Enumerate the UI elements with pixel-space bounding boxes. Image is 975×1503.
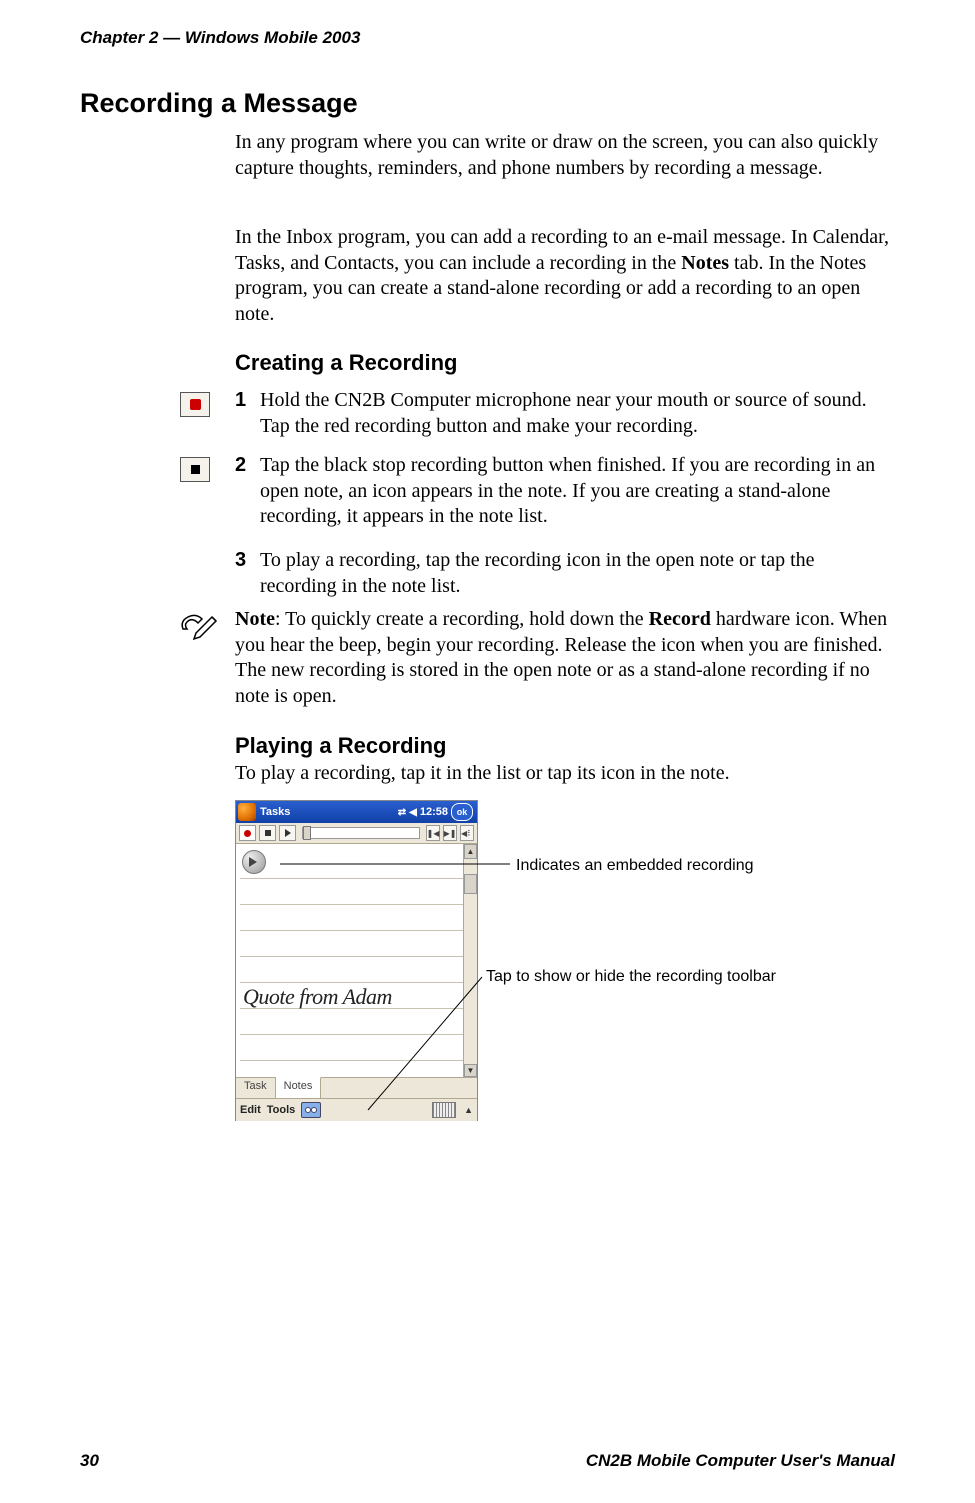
step-2-text: Tap the black stop recording button when… [260,453,885,530]
toolbar-forward-button[interactable]: ▶❚ [443,825,457,841]
running-head: Chapter 2 — Windows Mobile 2003 [80,28,360,48]
titlebar: Tasks ⇄ ◀ 12:58 ok [236,801,477,823]
sip-arrow-icon[interactable]: ▲ [464,1105,473,1115]
toolbar-rewind-button[interactable]: ❚◀ [426,825,440,841]
tab-task[interactable]: Task [236,1078,276,1098]
black-square-icon [191,465,200,474]
scroll-up-arrow-icon[interactable]: ▲ [464,844,477,859]
step-1-text: Hold the CN2B Computer microphone near y… [260,388,885,439]
record-button-icon [180,392,210,417]
recording-toolbar: ❚◀ ▶❚ ◀⠇ [236,823,477,844]
callout-embedded-recording: Indicates an embedded recording [516,857,754,875]
note-paragraph: Note: To quickly create a recording, hol… [235,607,890,709]
note-text-a: : To quickly create a recording, hold do… [275,608,649,630]
playing-paragraph: To play a recording, tap it in the list … [235,761,890,787]
step-3: 3 To play a recording, tap the recording… [235,548,890,599]
note-bold-record: Record [649,608,711,630]
callout-recording-toolbar-toggle: Tap to show or hide the recording toolba… [486,968,776,986]
tasks-app-screenshot: Tasks ⇄ ◀ 12:58 ok ❚◀ ▶❚ ◀⠇ Quote from A… [235,800,478,1121]
heading-playing-a-recording: Playing a Recording [235,733,447,759]
toolbar-record-button[interactable] [239,825,256,841]
manual-title-footer: CN2B Mobile Computer User's Manual [586,1451,895,1471]
bottom-menu-bar: Edit Tools ▲ [236,1098,477,1121]
vertical-scrollbar[interactable]: ▲ ▼ [463,844,477,1077]
step-3-number: 3 [235,548,255,574]
step-2-number: 2 [235,453,255,479]
tab-notes[interactable]: Notes [276,1077,322,1098]
scroll-thumb[interactable] [464,874,477,894]
heading-recording-a-message: Recording a Message [80,88,358,119]
menu-tools[interactable]: Tools [267,1104,296,1116]
menu-edit[interactable]: Edit [240,1104,261,1116]
app-title: Tasks [260,806,398,818]
handwritten-note-text: Quote from Adam [243,984,392,1010]
note-label: Note [235,608,275,630]
start-flag-icon[interactable] [238,803,256,821]
red-dot-icon [190,399,201,410]
ok-button[interactable]: ok [451,803,473,821]
toolbar-progress-slider[interactable] [302,827,420,839]
connectivity-icon[interactable]: ⇄ [398,807,406,818]
page-number: 30 [80,1451,99,1471]
step-1: 1 Hold the CN2B Computer microphone near… [235,388,890,439]
toolbar-play-button[interactable] [279,825,296,841]
stop-button-icon [180,457,210,482]
cassette-toolbar-toggle-icon[interactable] [301,1102,321,1118]
toolbar-stop-button[interactable] [259,825,276,841]
intro-paragraph-1: In any program where you can write or dr… [235,130,890,181]
note-pencil-icon [178,607,218,641]
note-canvas[interactable]: Quote from Adam ▲ ▼ [236,844,477,1077]
sip-keyboard-icon[interactable] [432,1102,456,1118]
scroll-down-arrow-icon[interactable]: ▼ [464,1064,477,1077]
speaker-status-icon[interactable]: ◀ [409,807,417,818]
embedded-recording-icon[interactable] [242,850,266,874]
clock-time: 12:58 [420,806,448,818]
step-3-text: To play a recording, tap the recording i… [260,548,885,599]
intro-paragraph-2: In the Inbox program, you can add a reco… [235,225,890,327]
toolbar-volume-button[interactable]: ◀⠇ [460,825,474,841]
step-2: 2 Tap the black stop recording button wh… [235,453,890,530]
heading-creating-a-recording: Creating a Recording [235,350,457,376]
status-area: ⇄ ◀ 12:58 ok [398,803,473,821]
tab-strip: Task Notes [236,1077,477,1098]
intro-p2-bold-notes: Notes [681,252,729,274]
step-1-number: 1 [235,388,255,414]
